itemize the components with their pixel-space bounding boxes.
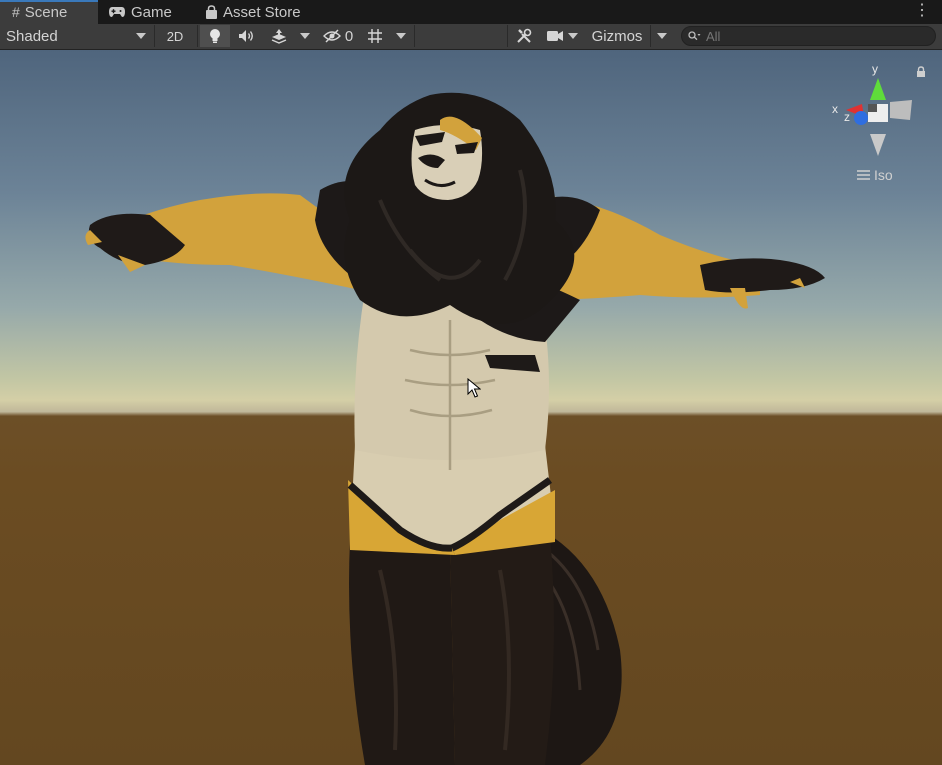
draw-mode-label: Shaded [6, 27, 58, 45]
video-camera-icon [547, 31, 563, 41]
lighting-toggle-button[interactable] [200, 25, 230, 47]
window-tab-bar: # Scene Game Asset Store ⋮ [0, 0, 942, 24]
mouse-pointer-icon [467, 378, 481, 398]
gamepad-icon [109, 7, 125, 17]
tab-game[interactable]: Game [108, 0, 172, 24]
effects-toggle-button[interactable] [264, 25, 294, 47]
character-model [85, 92, 825, 765]
hidden-count: 0 [344, 27, 354, 45]
gizmos-dropdown[interactable] [652, 25, 672, 47]
tab-game-label: Game [131, 3, 172, 21]
tab-asset-store[interactable]: Asset Store [205, 0, 301, 24]
eye-slash-icon [322, 29, 341, 43]
chevron-down-icon [300, 33, 310, 39]
layers-icon [271, 29, 287, 44]
scene-visibility-toggle[interactable]: 0 [318, 25, 358, 47]
axis-x-label: x [832, 102, 838, 116]
search-input[interactable] [706, 28, 926, 44]
lightbulb-icon [210, 29, 220, 43]
search-field[interactable] [681, 26, 936, 46]
camera-button[interactable] [542, 25, 582, 47]
projection-label: Iso [874, 167, 893, 183]
axis-z-label: z [844, 110, 850, 124]
scene-viewport[interactable]: y x z Iso [0, 50, 942, 765]
scene-orientation-gizmo[interactable] [828, 60, 928, 170]
gizmos-button[interactable]: Gizmos [585, 25, 649, 47]
tools-icon [517, 28, 532, 43]
scene-toolbar: Shaded 2D 0 Gizmos All [0, 24, 942, 50]
grid-icon [368, 29, 382, 43]
more-options-icon[interactable]: ⋮ [914, 2, 930, 20]
axis-y-label: y [872, 62, 878, 76]
chevron-down-icon [568, 33, 578, 39]
2d-label: 2D [166, 28, 184, 44]
chevron-down-icon [136, 33, 146, 39]
search-icon [688, 31, 701, 41]
projection-toggle[interactable]: Iso [857, 167, 893, 183]
shopping-bag-icon [206, 4, 217, 19]
chevron-down-icon [657, 33, 667, 39]
gizmos-label: Gizmos [591, 27, 643, 45]
2d-toggle-button[interactable]: 2D [160, 25, 190, 47]
audio-toggle-button[interactable] [232, 25, 262, 47]
hash-icon: # [12, 4, 20, 20]
tab-scene[interactable]: # Scene [0, 0, 98, 24]
grid-dropdown[interactable] [390, 25, 412, 47]
speaker-icon [239, 30, 253, 42]
effects-dropdown[interactable] [296, 25, 314, 47]
lock-icon[interactable] [916, 66, 926, 78]
draw-mode-dropdown[interactable]: Shaded [0, 25, 152, 47]
chevron-down-icon [396, 33, 406, 39]
grid-toggle-button[interactable] [362, 25, 388, 47]
menu-lines-icon [857, 170, 870, 180]
tab-asset-store-label: Asset Store [223, 3, 301, 21]
tab-scene-label: Scene [24, 3, 68, 21]
tools-button[interactable] [510, 25, 538, 47]
